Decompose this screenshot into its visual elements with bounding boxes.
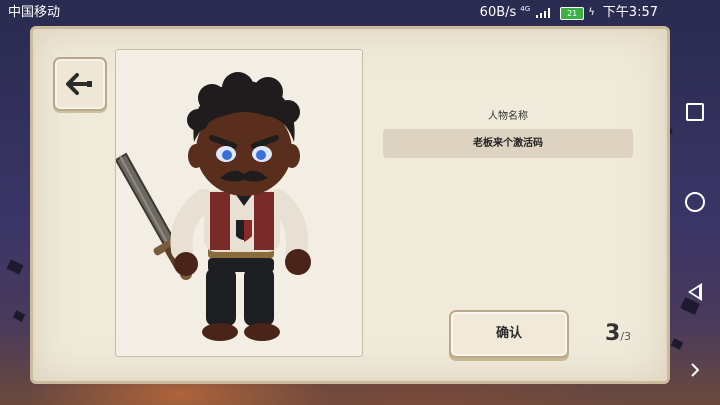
home-button[interactable]: [670, 182, 720, 222]
network-speed: 60B/s: [479, 5, 517, 20]
chevron-right-icon: [691, 363, 700, 377]
page-indicator: 3/3: [605, 321, 631, 346]
debris-shard: [6, 259, 24, 275]
arrow-left-icon: [66, 73, 92, 95]
battery-icon: 21: [560, 6, 585, 20]
charging-icon: ϟ: [588, 7, 595, 18]
recents-button[interactable]: [670, 92, 720, 132]
recents-square-icon: [686, 103, 704, 121]
carrier-name: 中国移动: [8, 5, 61, 20]
character-name-input[interactable]: 老板来个激活码: [383, 129, 633, 158]
home-circle-icon: [685, 192, 705, 212]
page-total: 3: [624, 330, 632, 343]
system-back-button[interactable]: [670, 272, 720, 312]
character-name-label: 人物名称: [488, 111, 528, 122]
signal-icon: [536, 8, 551, 18]
network-type: 4G: [520, 5, 531, 13]
character-preview-frame[interactable]: [114, 49, 363, 357]
status-right-group: 60B/s 4G 21 ϟ 下午3:57: [480, 0, 658, 26]
status-bar: 中国移动 60B/s 4G 21 ϟ 下午3:57: [0, 0, 720, 26]
system-navigation: [670, 0, 720, 405]
page-current: 3: [605, 321, 621, 346]
clock: 下午3:57: [602, 5, 658, 20]
confirm-button[interactable]: 确认: [449, 310, 569, 358]
nav-expand-button[interactable]: [670, 350, 720, 390]
battery-level: 21: [567, 8, 578, 18]
character-naming-panel: 人物名称 老板来个激活码 确认 3/3: [30, 26, 670, 384]
character-model: [114, 72, 311, 341]
back-triangle-icon: [688, 283, 702, 301]
debris-shard: [12, 310, 26, 322]
back-button[interactable]: [53, 57, 107, 111]
